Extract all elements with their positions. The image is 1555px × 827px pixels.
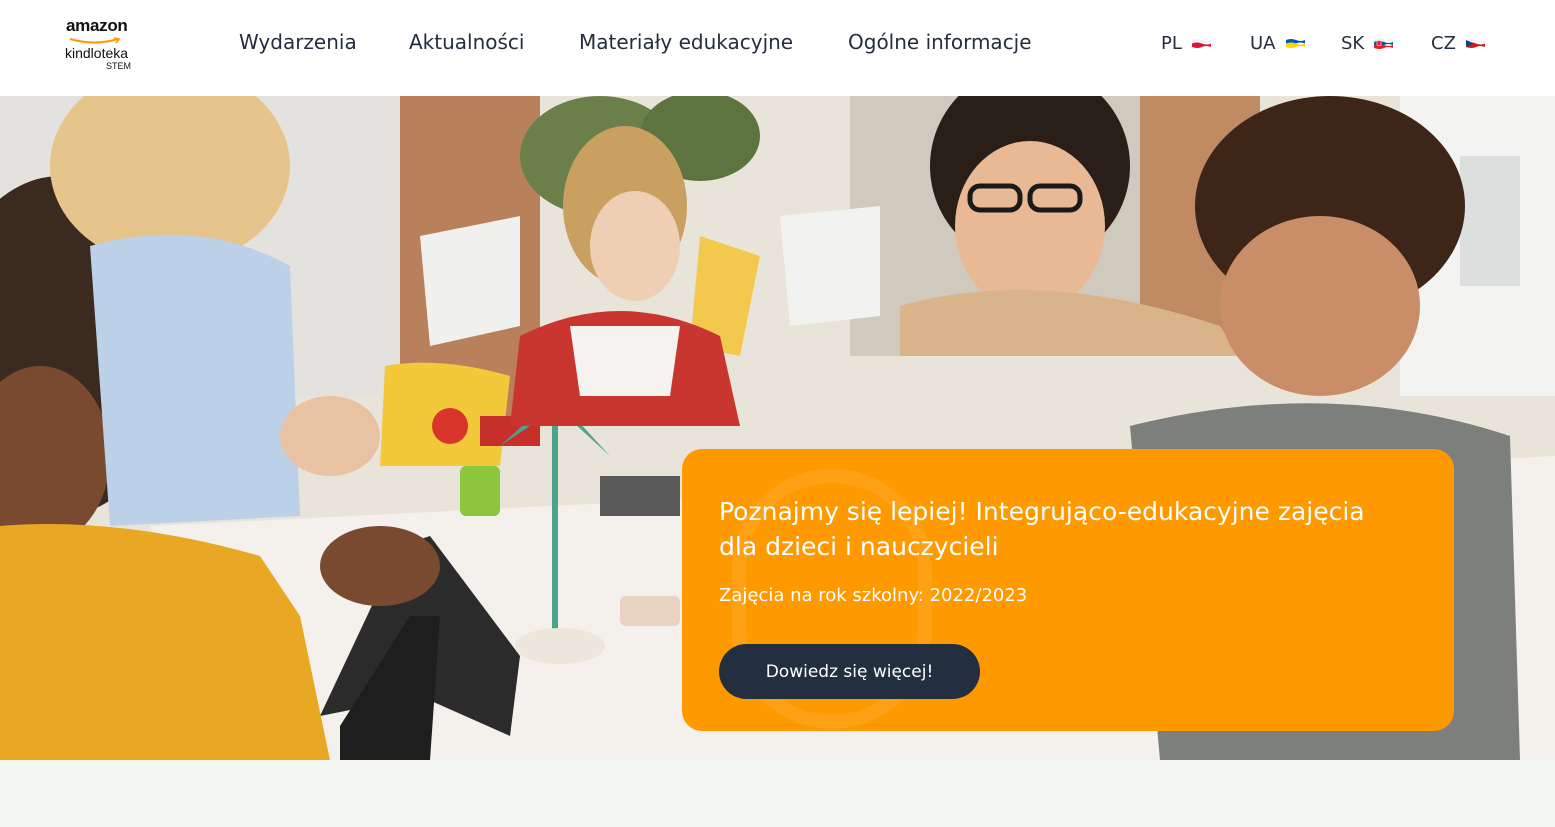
logo-amazon-text: amazon [66, 16, 128, 35]
language-cz-label: CZ [1431, 33, 1456, 54]
language-sk[interactable]: SK [1341, 33, 1394, 54]
logo-stem-text: STEM [106, 61, 132, 71]
hero-subtitle: Zajęcia na rok szkolny: 2022/2023 [719, 585, 1028, 606]
language-sk-label: SK [1341, 33, 1365, 54]
nav-item-wydarzenia[interactable]: Wydarzenia [239, 30, 357, 54]
hero-section: Poznajmy się lepiej! Integrująco-edukacy… [0, 96, 1555, 760]
slovakia-flag-icon [1374, 38, 1394, 49]
nav-item-ogolne-informacje[interactable]: Ogólne informacje [848, 30, 1032, 54]
ukraine-flag-icon [1285, 39, 1305, 48]
nav-item-aktualnosci[interactable]: Aktualności [409, 30, 524, 54]
content-section [0, 760, 1555, 827]
poland-flag-icon [1191, 39, 1211, 48]
kindloteka-stem-logo[interactable]: amazon kindloteka STEM [62, 16, 142, 76]
language-ua[interactable]: UA [1250, 33, 1305, 54]
logo-kindloteka-text: kindloteka [65, 45, 129, 61]
amazon-smile-icon [69, 37, 121, 44]
site-header: amazon kindloteka STEM Wydarzenia Aktual… [0, 0, 1555, 96]
hero-info-card: Poznajmy się lepiej! Integrująco-edukacy… [682, 449, 1454, 731]
nav-item-materialy-edukacyjne[interactable]: Materiały edukacyjne [579, 30, 793, 54]
language-pl[interactable]: PL [1161, 33, 1211, 54]
language-ua-label: UA [1250, 33, 1276, 54]
learn-more-button[interactable]: Dowiedz się więcej! [719, 644, 980, 699]
hero-title: Poznajmy się lepiej! Integrująco-edukacy… [719, 497, 1365, 561]
language-pl-label: PL [1161, 33, 1182, 54]
czech-flag-icon [1465, 39, 1485, 48]
language-cz[interactable]: CZ [1431, 33, 1485, 54]
